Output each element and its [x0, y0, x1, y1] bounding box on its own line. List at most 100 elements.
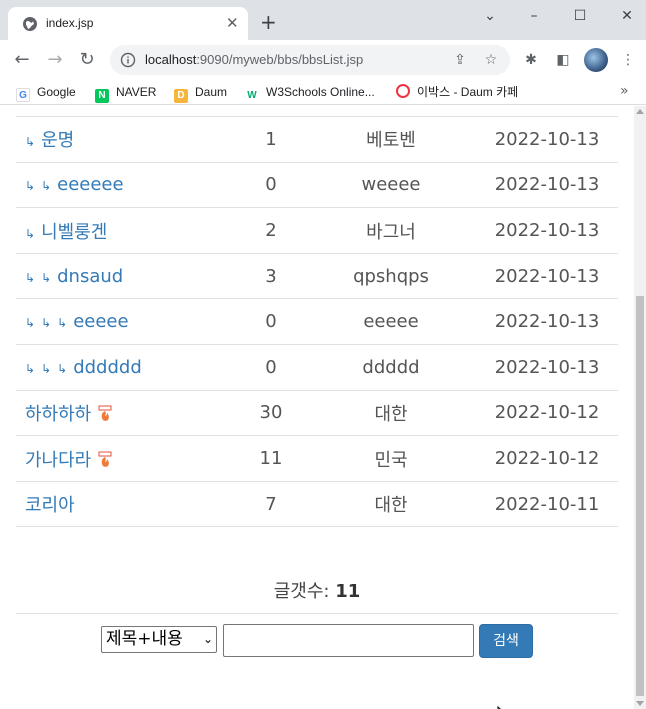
date-cell: 2022-10-13: [476, 207, 618, 254]
bookmark-daum[interactable]: D Daum: [174, 84, 227, 103]
new-tab-icon[interactable]: +: [260, 12, 277, 32]
post-title-link[interactable]: dddddd: [73, 357, 142, 378]
scroll-up-icon[interactable]: [636, 109, 644, 114]
bookmark-naver[interactable]: N NAVER: [95, 84, 156, 103]
writer-cell: qpshqps: [306, 253, 476, 300]
table-row: ↳ ↳ ↳ eeeee 0 eeeee 2022-10-13: [16, 298, 618, 346]
date-cell: 2022-10-11: [476, 481, 618, 528]
search-field-select[interactable]: 제목+내용 ⌄: [101, 626, 217, 653]
view-count-cell: 1: [236, 116, 306, 163]
reload-icon[interactable]: ↻: [77, 50, 97, 70]
writer-cell: 민국: [306, 435, 476, 482]
scroll-down-icon[interactable]: [636, 701, 644, 706]
search-button[interactable]: 검색: [479, 624, 533, 658]
view-count-cell: 0: [236, 162, 306, 209]
w3schools-icon: W: [245, 89, 259, 103]
hot-badge-icon: [98, 451, 112, 467]
back-icon[interactable]: ←: [12, 50, 32, 70]
side-panel-icon[interactable]: ◧: [554, 51, 572, 69]
search-keyword-input[interactable]: [223, 624, 474, 657]
bookmarks-bar: G Google N NAVER D Daum W W3Schools Online..…: [0, 80, 646, 105]
reply-arrow-icon: ↳: [57, 316, 68, 331]
hot-badge-icon: [98, 405, 112, 421]
forward-icon[interactable]: →: [45, 50, 65, 70]
table-row: 하하하하 30 대한 2022-10-12: [16, 390, 618, 437]
tab-strip: index.jsp ✕ + ⌄ – ☐ ✕: [0, 0, 646, 40]
profile-avatar[interactable]: [584, 48, 608, 72]
info-icon[interactable]: [120, 52, 136, 68]
bookmark-google[interactable]: G Google: [16, 84, 76, 102]
date-cell: 2022-10-13: [476, 298, 618, 346]
board-table: 라캄파넬라5파가니니2022-10-13↳운명1베토벤2022-10-13↳↳e…: [16, 106, 618, 528]
reply-arrow-icon: ↳: [25, 316, 36, 331]
window-close-icon[interactable]: ✕: [615, 6, 639, 26]
url-text[interactable]: localhost:9090/myweb/bbs/bbsList.jsp: [145, 52, 363, 67]
post-title-link[interactable]: 니벨룽겐: [41, 222, 107, 243]
close-tab-icon[interactable]: ✕: [226, 15, 239, 31]
post-title-cell: ↳ ↳ ↳ eeeee: [16, 298, 236, 346]
view-count-cell: 5: [236, 106, 306, 118]
post-title-cell: ↳ 니벨룽겐: [16, 207, 236, 254]
date-cell: 2022-10-13: [476, 116, 618, 163]
maximize-icon[interactable]: ☐: [568, 6, 592, 26]
writer-cell: ddddd: [306, 344, 476, 391]
view-count-cell: 11: [236, 435, 306, 482]
post-title-cell: ↳ ↳ eeeeee: [16, 162, 236, 209]
tab-search-chevron-icon[interactable]: ⌄: [478, 6, 502, 26]
writer-cell: weeee: [306, 162, 476, 209]
address-bar[interactable]: localhost:9090/myweb/bbs/bbsList.jsp ⇪ ☆: [110, 45, 510, 75]
daum-icon: D: [174, 89, 188, 103]
post-title-link[interactable]: 운명: [41, 130, 74, 151]
menu-kebab-icon[interactable]: ⋮: [619, 51, 637, 69]
search-field-selected: 제목+내용: [106, 629, 183, 649]
post-title-link[interactable]: 가나다라: [25, 450, 91, 471]
globe-icon: [23, 17, 37, 31]
page-scrollbar[interactable]: [634, 106, 646, 709]
post-count-value: 11: [335, 581, 361, 602]
minimize-icon[interactable]: –: [522, 6, 546, 26]
reply-arrow-icon: ↳: [41, 179, 52, 194]
post-title-link[interactable]: eeeee: [73, 311, 128, 332]
reply-arrow-icon: ↳: [25, 135, 36, 150]
tab-title: index.jsp: [46, 16, 94, 30]
date-cell: 2022-10-13: [476, 162, 618, 209]
post-title-cell: 코리아: [16, 481, 236, 528]
post-count: 글갯수: 11: [16, 569, 618, 614]
view-count-cell: 30: [236, 390, 306, 437]
google-icon: G: [16, 88, 30, 102]
table-row: ↳ ↳ dnsaud 3 qpshqps 2022-10-13: [16, 253, 618, 300]
post-title-link[interactable]: dnsaud: [57, 266, 123, 287]
naver-icon: N: [95, 89, 109, 103]
post-title-link[interactable]: 하하하하: [25, 404, 91, 425]
extensions-icon[interactable]: ✱: [522, 51, 540, 69]
post-title-cell: 라캄파넬라: [16, 106, 236, 118]
url-host: localhost: [145, 52, 197, 67]
bookmark-w3schools[interactable]: W W3Schools Online...: [245, 84, 375, 103]
post-title-cell: ↳ 운명: [16, 116, 236, 163]
date-cell: 2022-10-13: [476, 344, 618, 391]
writer-cell: 바그너: [306, 207, 476, 254]
table-row: ↳ ↳ eeeeee 0 weeee 2022-10-13: [16, 162, 618, 209]
post-title-link[interactable]: eeeeee: [57, 174, 123, 195]
reply-arrow-icon: ↳: [41, 361, 52, 376]
daum-cafe-icon: [396, 84, 410, 98]
table-row: ↳ 운명 1 베토벤 2022-10-13: [16, 116, 618, 163]
writer-cell: eeeee: [306, 298, 476, 346]
writer-cell: 파가니니: [306, 106, 476, 118]
star-icon[interactable]: ☆: [483, 52, 499, 68]
bookmark-label: W3Schools Online...: [266, 85, 375, 99]
table-row: ↳ ↳ ↳ dddddd 0 ddddd 2022-10-13: [16, 344, 618, 391]
reply-arrow-icon: ↳: [25, 361, 36, 376]
page-viewport: 라캄파넬라5파가니니2022-10-13↳운명1베토벤2022-10-13↳↳e…: [0, 106, 634, 709]
scrollbar-thumb[interactable]: [636, 296, 644, 696]
board-table-body: 라캄파넬라5파가니니2022-10-13↳운명1베토벤2022-10-13↳↳e…: [16, 106, 618, 528]
bookmark-daum-cafe[interactable]: 이박스 - Daum 카페: [396, 84, 518, 100]
post-title-link[interactable]: 코리아: [25, 495, 75, 516]
post-title-cell: 하하하하: [16, 390, 236, 437]
share-icon[interactable]: ⇪: [452, 52, 468, 68]
bookmarks-overflow-icon[interactable]: »: [620, 83, 629, 99]
bookmark-label: 이박스 - Daum 카페: [417, 85, 519, 99]
reply-arrow-icon: ↳: [41, 316, 52, 331]
browser-tab[interactable]: index.jsp ✕: [8, 7, 248, 40]
date-cell: 2022-10-13: [476, 253, 618, 300]
